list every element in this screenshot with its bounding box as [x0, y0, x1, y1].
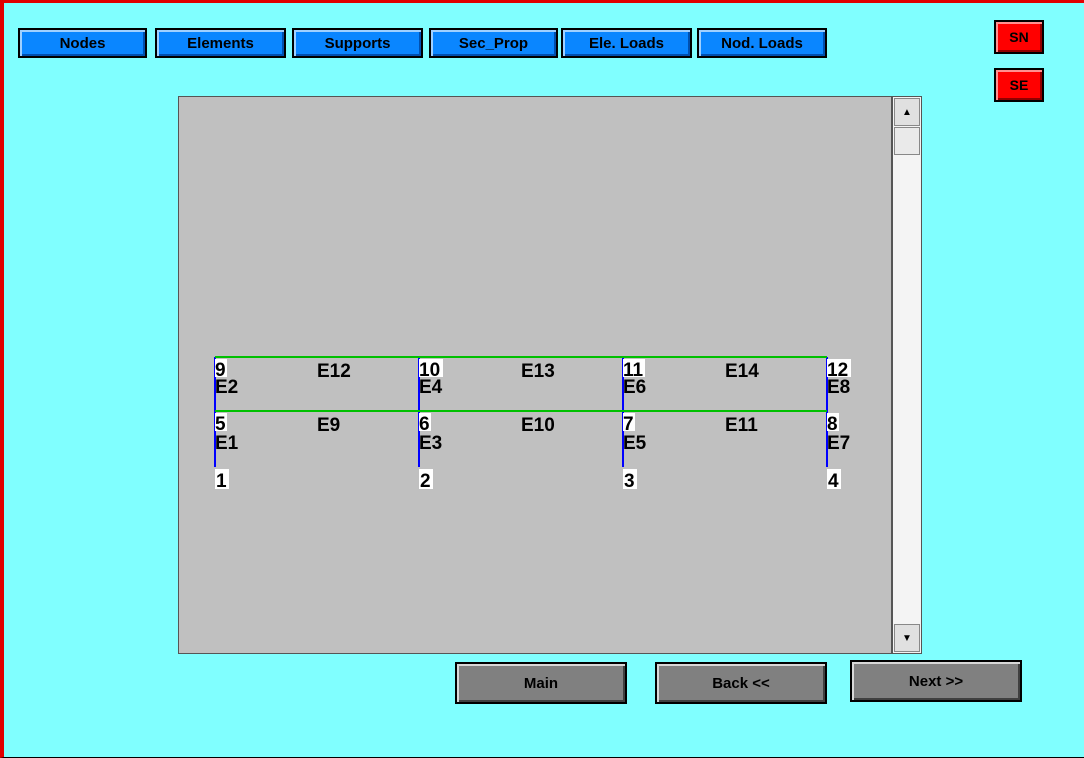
- ele-loads-button[interactable]: Ele. Loads: [561, 28, 692, 58]
- element-label: E1: [215, 433, 239, 454]
- element-label: E4: [419, 377, 443, 398]
- node-label: 6: [419, 414, 430, 435]
- structure-canvas[interactable]: 9 10 11 12 5 6 7 8 1 2 3 4 E2 E4 E6 E8 E…: [178, 96, 892, 654]
- nod-loads-button[interactable]: Nod. Loads: [697, 28, 827, 58]
- frame-model-drawing: 9 10 11 12 5 6 7 8 1 2 3 4 E2 E4 E6 E8 E…: [214, 356, 851, 492]
- scroll-down-arrow-icon[interactable]: ▼: [894, 624, 920, 652]
- element-label: E5: [623, 433, 647, 454]
- nodes-button[interactable]: Nodes: [18, 28, 147, 58]
- element-label: E14: [725, 361, 759, 382]
- element-label: E6: [623, 377, 646, 398]
- node-label: 1: [216, 471, 227, 492]
- vertical-scrollbar[interactable]: ▲ ▼: [892, 96, 922, 654]
- elements-button[interactable]: Elements: [155, 28, 286, 58]
- element-label: E13: [521, 361, 555, 382]
- sn-button[interactable]: SN: [994, 20, 1044, 54]
- node-label: 3: [624, 471, 635, 492]
- element-label: E8: [827, 377, 850, 398]
- scroll-up-arrow-icon[interactable]: ▲: [894, 98, 920, 126]
- back-button[interactable]: Back <<: [655, 662, 827, 704]
- node-label: 5: [215, 414, 226, 435]
- se-button[interactable]: SE: [994, 68, 1044, 102]
- node-label: 2: [420, 471, 431, 492]
- node-label: 8: [827, 414, 838, 435]
- node-label: 4: [828, 471, 839, 492]
- element-label: E10: [521, 415, 555, 436]
- element-label: E3: [419, 433, 442, 454]
- element-label: E7: [827, 433, 850, 454]
- sec-prop-button[interactable]: Sec_Prop: [429, 28, 558, 58]
- element-label: E12: [317, 361, 351, 382]
- next-button[interactable]: Next >>: [850, 660, 1022, 702]
- node-label: 7: [623, 414, 634, 435]
- element-label: E2: [215, 377, 238, 398]
- supports-button[interactable]: Supports: [292, 28, 423, 58]
- scroll-thumb[interactable]: [894, 127, 920, 155]
- element-label: E11: [725, 415, 758, 436]
- main-button[interactable]: Main: [455, 662, 627, 704]
- element-label: E9: [317, 415, 340, 436]
